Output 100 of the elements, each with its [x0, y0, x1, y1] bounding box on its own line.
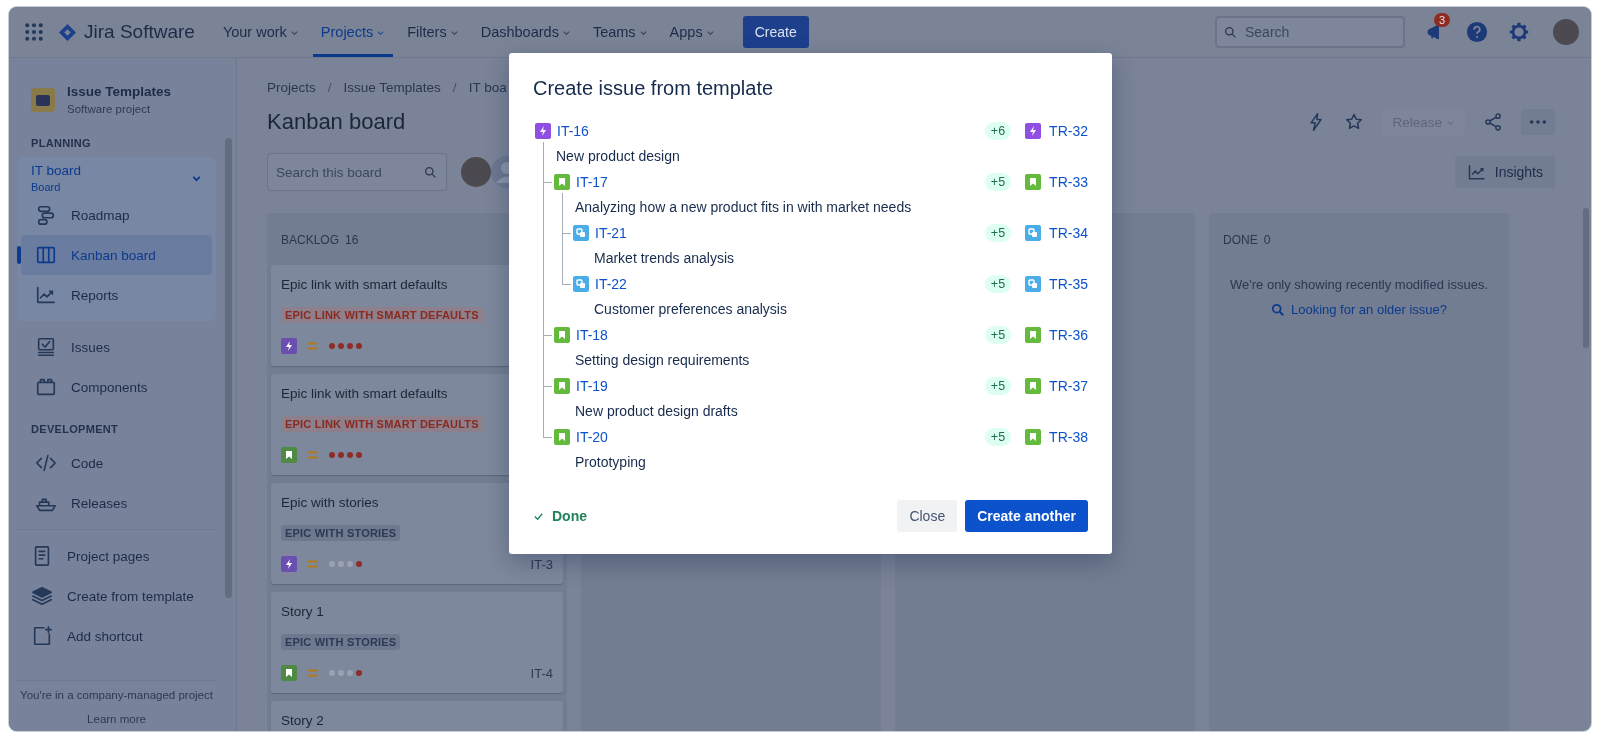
help-icon[interactable] — [1466, 21, 1488, 43]
sidebar-item[interactable]: Project pages — [17, 536, 216, 576]
issue-key: IT-3 — [530, 556, 553, 572]
breadcrumb-link[interactable]: Projects — [267, 80, 316, 95]
dialog-title: Create issue from template — [533, 77, 775, 100]
user-avatar[interactable] — [461, 157, 491, 187]
epic-tag: EPIC WITH STORIES — [281, 525, 401, 541]
settings-icon[interactable] — [1508, 21, 1530, 43]
created-issue-link[interactable]: TR-33 — [1049, 174, 1088, 190]
insights-button[interactable]: Insights — [1454, 156, 1555, 188]
search-icon — [1224, 25, 1237, 39]
nav-menu-item[interactable]: Dashboards — [472, 7, 579, 57]
kanban-icon — [35, 244, 57, 266]
issue-summary: New product design — [543, 142, 1088, 171]
breadcrumb-link[interactable]: IT boa — [468, 80, 507, 95]
estimate-dot — [347, 452, 353, 458]
close-button[interactable]: Close — [897, 500, 958, 532]
bookmark-icon — [281, 665, 297, 681]
sidebar-item[interactable]: Releases — [17, 483, 216, 523]
created-issue-link[interactable]: TR-34 — [1049, 225, 1088, 241]
sidebar-item[interactable]: Components — [17, 367, 216, 407]
share-icon[interactable] — [1483, 112, 1503, 132]
issue-summary: Prototyping — [574, 453, 647, 472]
nav-menu-item[interactable]: Your work — [214, 7, 307, 57]
search-icon — [1270, 302, 1285, 317]
card-title: Epic with stories — [281, 495, 379, 510]
learn-more-link[interactable]: Learn more — [87, 713, 146, 725]
estimate-dot — [329, 670, 335, 676]
nav-menu-item[interactable]: Filters — [399, 7, 467, 57]
issues-icon — [35, 336, 57, 358]
subtask-icon — [573, 225, 589, 241]
older-issue-link[interactable]: Looking for an older issue? — [1213, 302, 1505, 317]
sidebar-item[interactable]: Roadmap — [21, 195, 212, 235]
count-badge: +5 — [984, 326, 1012, 344]
nav-menu-item[interactable]: Apps — [661, 7, 723, 57]
project-type: Software project — [67, 103, 152, 115]
breadcrumb-link[interactable]: Issue Templates — [343, 80, 441, 95]
count-badge: +5 — [984, 377, 1012, 395]
sidebar-item[interactable]: Add shortcut — [17, 616, 216, 656]
estimate-dot — [356, 343, 362, 349]
column-count: 0 — [1263, 233, 1271, 247]
lightning-icon — [281, 556, 297, 572]
project-name[interactable]: Issue Templates — [67, 84, 172, 99]
estimate-dot — [356, 452, 362, 458]
sidebar-item[interactable]: Reports — [21, 275, 212, 315]
roadmap-icon — [35, 204, 57, 226]
epic-tag: EPIC LINK WITH SMART DEFAULTS — [281, 416, 483, 432]
sidebar-item[interactable]: Create from template — [17, 576, 216, 616]
issue-key-link[interactable]: IT-20 — [576, 429, 608, 445]
column-title: BACKLOG — [281, 233, 340, 247]
user-avatar[interactable] — [1553, 19, 1579, 45]
scrollbar-thumb[interactable] — [1583, 208, 1589, 348]
nav-menu-item[interactable]: Projects — [312, 7, 394, 57]
nav-menu-item[interactable]: Teams — [584, 7, 656, 57]
issue-card[interactable]: Story 2 — [271, 701, 563, 731]
epic-tag: EPIC LINK WITH SMART DEFAULTS — [281, 307, 483, 323]
board-search-field[interactable]: Search this board — [267, 153, 447, 191]
count-badge: +5 — [984, 428, 1012, 446]
card-title: Epic link with smart defaults — [281, 386, 448, 401]
estimate-dot — [338, 452, 344, 458]
bookmark-icon — [554, 327, 570, 343]
created-issue-link[interactable]: TR-38 — [1049, 429, 1088, 445]
created-issue-link[interactable]: TR-36 — [1049, 327, 1088, 343]
search-icon — [424, 165, 437, 179]
issue-key-link[interactable]: IT-22 — [595, 276, 627, 292]
sidebar-item[interactable]: Code — [17, 443, 216, 483]
issue-key-link[interactable]: IT-18 — [576, 327, 608, 343]
issue-summary: Customer preferences analysis — [593, 300, 788, 319]
issue-key-link[interactable]: IT-17 — [576, 174, 608, 190]
star-icon[interactable] — [1344, 112, 1365, 132]
estimate-dot — [347, 343, 353, 349]
issue-summary: Market trends analysis — [593, 249, 736, 268]
scrollbar-thumb[interactable] — [225, 138, 232, 598]
subtask-icon — [1025, 276, 1042, 292]
issue-key-link[interactable]: IT-21 — [595, 225, 627, 241]
app-name[interactable]: Jira Software — [84, 21, 195, 43]
search-field[interactable]: Search — [1215, 16, 1405, 48]
count-badge: +5 — [984, 224, 1012, 242]
created-issue-link[interactable]: TR-35 — [1049, 276, 1088, 292]
created-issue-link[interactable]: TR-32 — [1049, 123, 1088, 139]
issue-key-link[interactable]: IT-19 — [576, 378, 608, 394]
create-button[interactable]: Create — [742, 16, 809, 48]
section-heading: DEVELOPMENT — [31, 423, 120, 435]
create-another-button[interactable]: Create another — [965, 500, 1088, 532]
bookmark-icon — [554, 378, 570, 394]
estimate-dot — [347, 561, 353, 567]
board-name[interactable]: IT board — [31, 163, 191, 178]
issue-summary: Analyzing how a new product fits in with market needs — [562, 193, 1088, 222]
created-issue-link[interactable]: TR-37 — [1049, 378, 1088, 394]
estimate-dot — [329, 343, 335, 349]
estimate-dot — [356, 561, 362, 567]
board-type: Board — [31, 181, 62, 193]
app-switcher-icon[interactable] — [25, 23, 43, 41]
sidebar-item[interactable]: Issues — [17, 327, 216, 367]
issue-key-link[interactable]: IT-16 — [557, 123, 589, 139]
count-badge: +5 — [984, 275, 1012, 293]
diamond-logo-icon — [59, 23, 76, 41]
issue-card[interactable]: Story 1 EPIC WITH STORIES IT-4 — [271, 592, 563, 693]
more-button[interactable] — [1521, 109, 1555, 135]
bookmark-icon — [554, 429, 570, 445]
